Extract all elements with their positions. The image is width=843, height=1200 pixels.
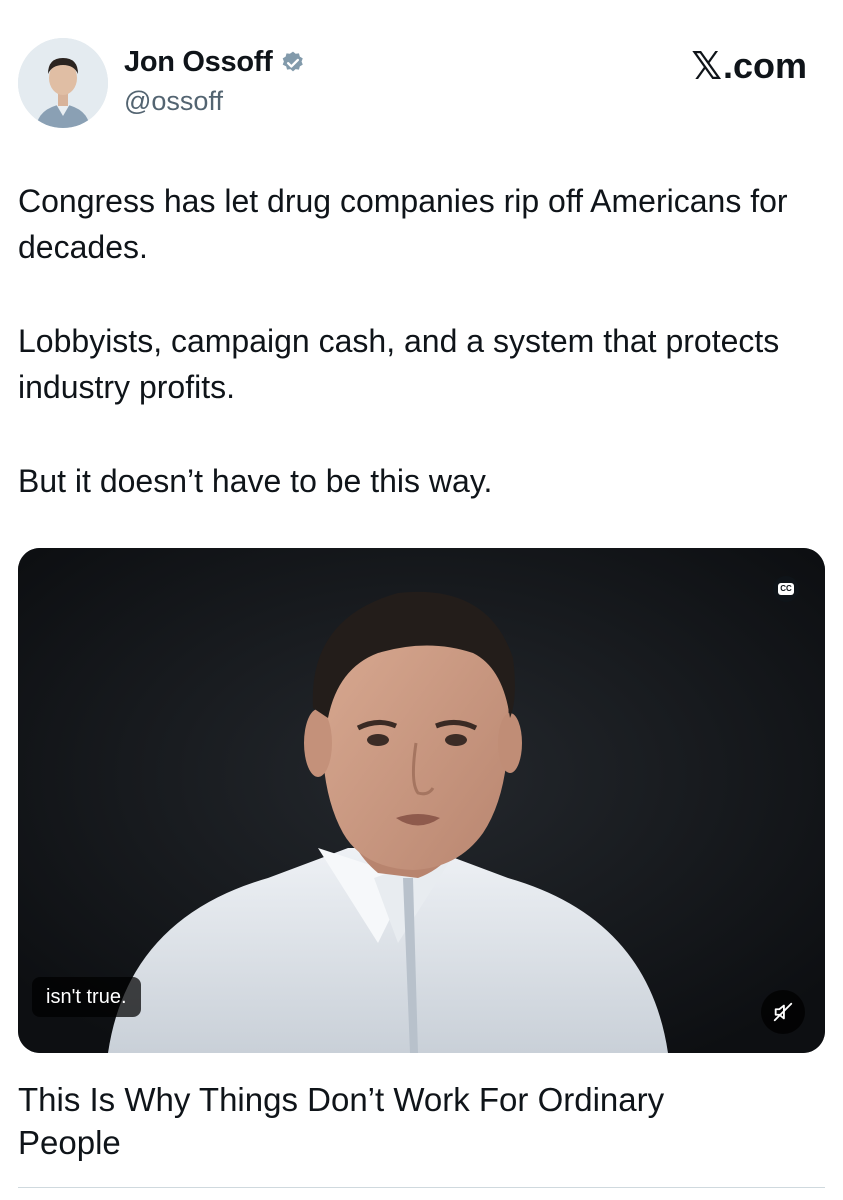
avatar[interactable] — [18, 38, 108, 128]
tweet-header: Jon Ossoff @ossoff 𝕏 .com — [0, 0, 843, 150]
author-name-row: Jon Ossoff — [124, 46, 306, 79]
video-player[interactable]: CC isn't true. — [18, 548, 825, 1053]
avatar-portrait — [18, 38, 108, 128]
tweet-paragraph: Congress has let drug companies rip off … — [18, 183, 788, 265]
divider — [18, 1187, 825, 1188]
closed-captions-button[interactable]: CC — [773, 576, 799, 602]
tweet-paragraph: But it doesn’t have to be this way. — [18, 463, 493, 499]
video-caption: isn't true. — [32, 977, 141, 1017]
speaker-muted-icon — [773, 1002, 793, 1022]
author-handle[interactable]: @ossoff — [124, 86, 223, 117]
site-label-text: .com — [722, 45, 807, 86]
cc-icon: CC — [778, 583, 794, 595]
site-label: 𝕏 .com — [691, 44, 807, 88]
tweet-paragraph: Lobbyists, campaign cash, and a system t… — [18, 323, 780, 405]
video-frame — [18, 548, 825, 1053]
tweet-text: Congress has let drug companies rip off … — [18, 178, 828, 552]
author-name[interactable]: Jon Ossoff — [124, 46, 273, 79]
card-title[interactable]: This Is Why Things Don’t Work For Ordina… — [18, 1078, 718, 1164]
x-logo-icon: 𝕏 — [691, 44, 722, 88]
mute-button[interactable] — [761, 990, 805, 1034]
verified-badge-icon — [280, 50, 306, 76]
